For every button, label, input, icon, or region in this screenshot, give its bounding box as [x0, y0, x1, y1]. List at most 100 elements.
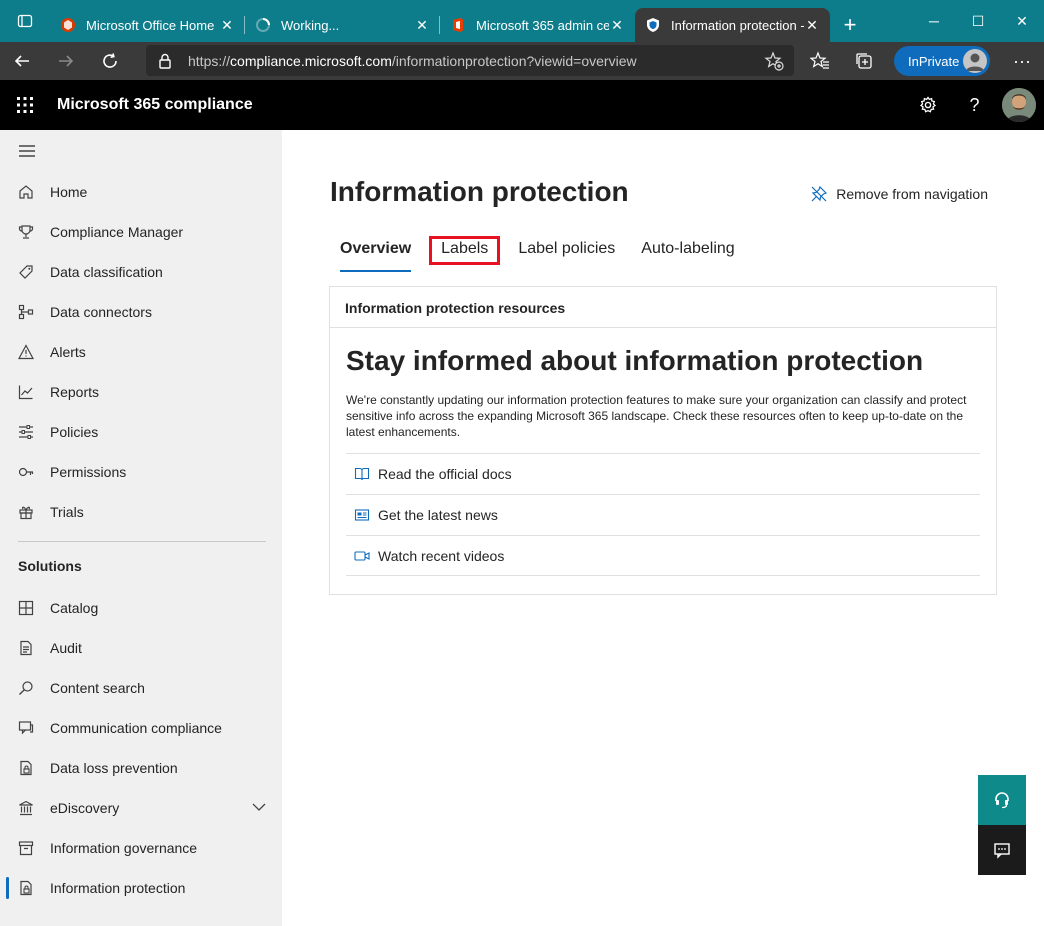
browser-tab-working[interactable]: Working... ✕ — [245, 8, 440, 42]
settings-button[interactable] — [904, 80, 951, 130]
sliders-icon — [18, 424, 34, 440]
tab-label: Microsoft 365 admin cer — [476, 17, 609, 33]
resource-link-docs[interactable]: Read the official docs — [346, 453, 980, 494]
forward-arrow-icon — [59, 55, 74, 67]
favorites-button[interactable] — [798, 42, 842, 80]
close-window-button[interactable]: ✕ — [1000, 0, 1044, 42]
nav-item-data-loss-prevention[interactable]: Data loss prevention — [0, 748, 282, 788]
question-mark-icon: ? — [969, 94, 980, 115]
nav-label: Catalog — [50, 600, 99, 616]
remove-from-navigation-button[interactable]: Remove from navigation — [810, 185, 988, 203]
nav-label: Communication compliance — [50, 720, 222, 736]
nav-item-alerts[interactable]: Alerts — [0, 332, 282, 372]
collections-icon — [856, 53, 872, 69]
new-tab-button[interactable]: + — [830, 8, 870, 42]
more-options-button[interactable]: ··· — [1000, 42, 1044, 80]
browser-tab-information-protection[interactable]: Information protection - ✕ — [635, 8, 830, 42]
nav-label: Compliance Manager — [50, 224, 184, 240]
nav-label: Data loss prevention — [50, 760, 178, 776]
nav-item-communication-compliance[interactable]: Communication compliance — [0, 708, 282, 748]
nav-item-information-protection[interactable]: Information protection — [0, 868, 282, 908]
tab-labels[interactable]: Labels — [429, 236, 501, 265]
toolbar-right-group: InPrivate ··· — [798, 42, 1044, 80]
page-tabs: Overview Labels Label policies Auto-labe… — [330, 236, 751, 272]
document-lock-icon — [18, 880, 34, 896]
help-button[interactable]: ? — [951, 80, 998, 130]
url-prefix: https:// — [188, 52, 231, 69]
nav-item-trials[interactable]: Trials — [0, 492, 282, 532]
nav-item-ediscovery[interactable]: eDiscovery — [0, 788, 282, 828]
forward-button[interactable] — [44, 42, 88, 80]
home-icon — [18, 184, 34, 200]
collapse-nav-button[interactable] — [18, 144, 36, 158]
unpin-icon — [811, 185, 828, 202]
inprivate-button[interactable]: InPrivate — [894, 46, 990, 76]
nav-label: Permissions — [50, 464, 127, 480]
tab-actions-button[interactable] — [0, 0, 50, 42]
nav-label: Data connectors — [50, 304, 152, 320]
refresh-icon — [103, 53, 117, 68]
collections-button[interactable] — [842, 42, 886, 80]
resource-link-videos[interactable]: Watch recent videos — [346, 535, 980, 576]
nav-label: Content search — [50, 680, 145, 696]
main-content: Information protection Remove from navig… — [282, 130, 1044, 926]
tab-overview[interactable]: Overview — [330, 236, 421, 272]
minimize-button[interactable]: ─ — [912, 0, 956, 42]
browser-tab-office-home[interactable]: Microsoft Office Home ✕ — [50, 8, 245, 42]
chevron-down-icon[interactable] — [252, 800, 266, 817]
lock-icon[interactable] — [158, 53, 178, 69]
close-tab-icon[interactable]: ✕ — [804, 17, 820, 34]
favorites-icon — [810, 51, 829, 69]
browser-tab-admin-center[interactable]: Microsoft 365 admin cer ✕ — [440, 8, 635, 42]
back-arrow-icon — [14, 55, 29, 67]
app-header: Microsoft 365 compliance ? — [0, 80, 1044, 130]
video-icon — [354, 548, 370, 564]
waffle-icon — [17, 97, 33, 113]
close-tab-icon[interactable]: ✕ — [219, 17, 235, 34]
feedback-button[interactable] — [978, 825, 1026, 875]
connector-icon — [18, 304, 34, 320]
nav-label: Information protection — [50, 880, 186, 896]
user-avatar[interactable] — [1002, 88, 1036, 122]
nav-item-compliance-manager[interactable]: Compliance Manager — [0, 212, 282, 252]
left-navigation: Home Compliance Manager Data classificat… — [0, 130, 282, 926]
close-tab-icon[interactable]: ✕ — [414, 17, 430, 34]
search-icon — [18, 680, 34, 696]
nav-item-audit[interactable]: Audit — [0, 628, 282, 668]
nav-item-content-search[interactable]: Content search — [0, 668, 282, 708]
address-bar[interactable]: https://compliance.microsoft.com/informa… — [146, 45, 794, 76]
tab-auto-labeling[interactable]: Auto-labeling — [631, 236, 744, 272]
nav-item-catalog[interactable]: Catalog — [0, 588, 282, 628]
back-button[interactable] — [0, 42, 44, 80]
url-path: /informationprotection?viewid=overview — [391, 52, 637, 69]
nav-item-data-classification[interactable]: Data classification — [0, 252, 282, 292]
profile-avatar-icon — [963, 49, 987, 73]
nav-label: Home — [50, 184, 88, 200]
office-logo-icon — [450, 17, 466, 33]
help-support-button[interactable] — [978, 775, 1026, 825]
office-home-icon — [60, 17, 76, 33]
nav-item-data-connectors[interactable]: Data connectors — [0, 292, 282, 332]
nav-label: Reports — [50, 384, 100, 400]
chart-icon — [18, 384, 34, 400]
nav-item-information-governance[interactable]: Information governance — [0, 828, 282, 868]
nav-item-permissions[interactable]: Permissions — [0, 452, 282, 492]
nav-section-heading: Solutions — [18, 558, 82, 574]
minimize-icon: ─ — [929, 13, 939, 29]
resource-link-news[interactable]: Get the latest news — [346, 494, 980, 535]
tab-label-policies[interactable]: Label policies — [508, 236, 625, 272]
bank-icon — [18, 800, 34, 816]
nav-item-reports[interactable]: Reports — [0, 372, 282, 412]
nav-label: Trials — [50, 504, 84, 520]
maximize-button[interactable]: ☐ — [956, 0, 1000, 42]
chat-icon — [18, 720, 34, 736]
app-launcher-button[interactable] — [0, 80, 50, 130]
app-title[interactable]: Microsoft 365 compliance — [57, 96, 253, 114]
refresh-button[interactable] — [88, 42, 132, 80]
close-tab-icon[interactable]: ✕ — [609, 17, 625, 34]
add-favorite-icon[interactable] — [764, 51, 784, 74]
nav-label: Audit — [50, 640, 82, 656]
nav-item-policies[interactable]: Policies — [0, 412, 282, 452]
nav-item-home[interactable]: Home — [0, 172, 282, 212]
active-indicator — [6, 877, 9, 899]
